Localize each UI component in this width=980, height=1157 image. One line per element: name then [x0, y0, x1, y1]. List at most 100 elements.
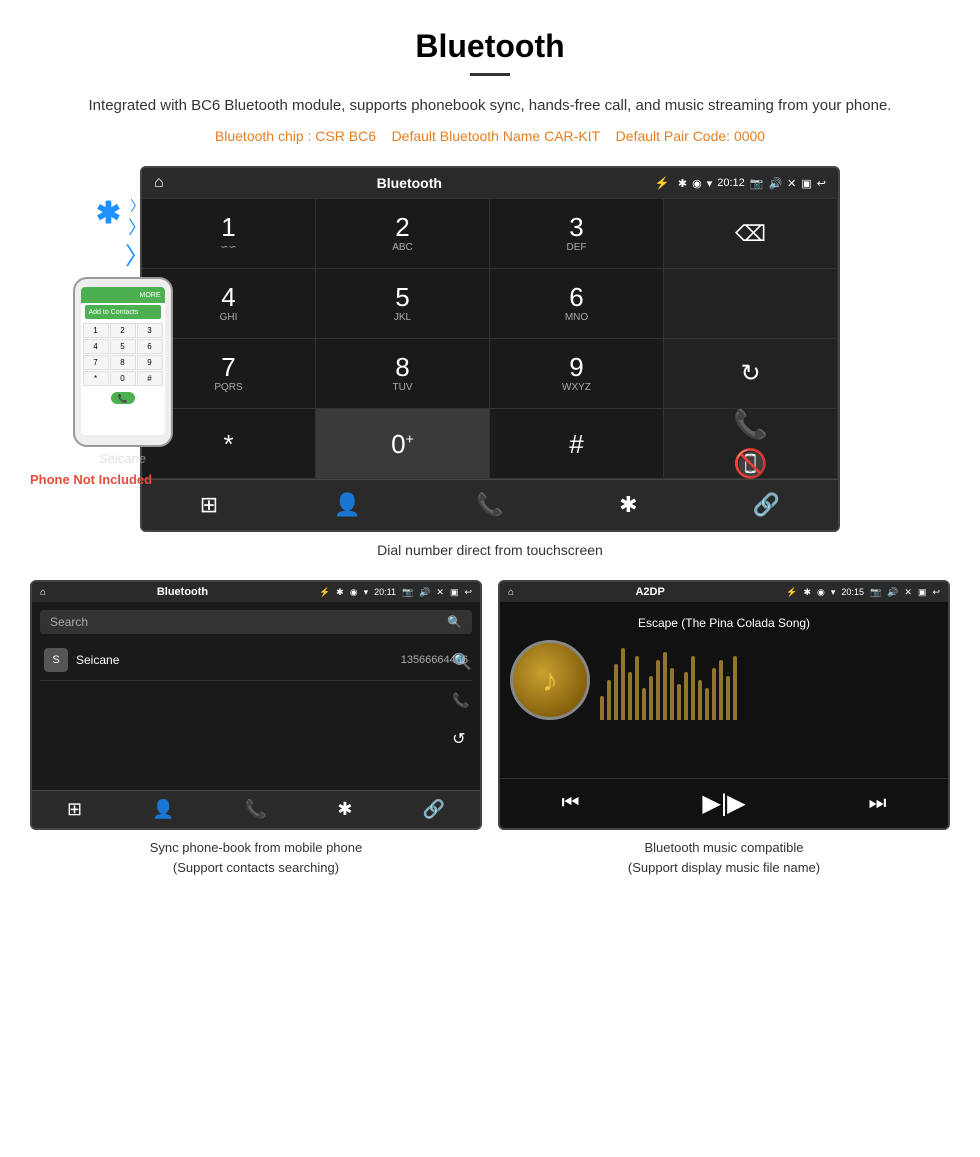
pb-loc-icon: ◉	[350, 587, 358, 598]
search-placeholder: Search	[50, 615, 88, 629]
pb-right-search[interactable]: 🔍	[452, 652, 472, 672]
window-status-icon: ▣	[801, 177, 811, 190]
backspace-button[interactable]: ⌫	[664, 199, 838, 269]
dialpad-icon[interactable]: ⊞	[200, 492, 218, 518]
pb-phone-icon[interactable]: 📞	[245, 799, 267, 820]
music-vol-icon: 🔊	[887, 587, 898, 598]
phone-side: ✱ 〉 〉 〉 MORE Add to Contacts 1 2	[30, 196, 215, 487]
music-time: 20:15	[841, 587, 864, 597]
dial-screen: ⌂ Bluetooth ⚡ ✱ ◉ ▾ 20:12 📷 🔊 ✕ ▣ ↩ 1 ∽∽	[140, 166, 840, 532]
camera-status-icon: 📷	[750, 177, 764, 190]
phonebook-block: ⌂ Bluetooth ⚡ ✱ ◉ ▾ 20:11 📷 🔊 ✕ ▣ ↩ Sear…	[30, 580, 482, 877]
eq-bar-4	[628, 672, 632, 720]
song-title: Escape (The Pina Colada Song)	[638, 616, 810, 630]
dial-bottom-bar: ⊞ 👤 📞 ✱ 🔗	[142, 479, 838, 530]
pb-wifi-icon: ▾	[364, 587, 369, 598]
album-art: ♪	[510, 640, 590, 720]
phone-not-included-label: Phone Not Included	[30, 472, 215, 487]
wifi-status-icon: ▾	[707, 177, 713, 190]
vol-status-icon: 🔊	[768, 177, 782, 190]
empty-cell-1	[664, 269, 838, 339]
eq-bar-5	[635, 656, 639, 720]
key-0[interactable]: 0+	[316, 409, 490, 479]
key-9[interactable]: 9 WXYZ	[490, 339, 664, 409]
status-icons: ✱ ◉ ▾ 20:12 📷 🔊 ✕ ▣ ↩	[678, 177, 826, 190]
pb-search-icon[interactable]: 🔍	[447, 615, 462, 629]
pb-usb-icon: ⚡	[319, 587, 330, 598]
search-bar[interactable]: Search 🔍	[40, 610, 472, 634]
eq-bar-15	[705, 688, 709, 720]
pb-statusbar: ⌂ Bluetooth ⚡ ✱ ◉ ▾ 20:11 📷 🔊 ✕ ▣ ↩	[32, 582, 480, 602]
key-2[interactable]: 2 ABC	[316, 199, 490, 269]
key-8[interactable]: 8 TUV	[316, 339, 490, 409]
music-note-icon: ♪	[542, 662, 558, 699]
eq-bar-6	[642, 688, 646, 720]
dial-caption: Dial number direct from touchscreen	[0, 542, 980, 558]
page-title: Bluetooth	[0, 28, 980, 65]
title-divider	[470, 73, 510, 76]
pb-x-icon: ✕	[436, 587, 444, 598]
key-hash[interactable]: #	[490, 409, 664, 479]
music-block: ⌂ A2DP ⚡ ✱ ◉ ▾ 20:15 📷 🔊 ✕ ▣ ↩ Escape (T…	[498, 580, 950, 877]
pb-right-sync[interactable]: ↺	[452, 729, 472, 749]
eq-bar-2	[614, 664, 618, 720]
contact-row[interactable]: S Seicane 13566664466	[40, 640, 472, 681]
phonebook-caption: Sync phone-book from mobile phone (Suppo…	[30, 838, 482, 877]
contacts-icon[interactable]: 👤	[334, 492, 361, 518]
key-6[interactable]: 6 MNO	[490, 269, 664, 339]
page-description: Integrated with BC6 Bluetooth module, su…	[80, 94, 900, 118]
call-red-button[interactable]: 📵	[733, 447, 768, 480]
play-pause-button[interactable]: ▶|▶	[702, 789, 745, 818]
eq-bar-1	[607, 680, 611, 720]
pb-contacts-icon[interactable]: 👤	[152, 799, 174, 820]
pb-title: Bluetooth	[52, 586, 313, 598]
spec-name: Default Bluetooth Name CAR-KIT	[392, 128, 601, 144]
eq-bar-18	[726, 676, 730, 720]
pb-link-icon[interactable]: 🔗	[423, 799, 445, 820]
main-screen-area: ✱ 〉 〉 〉 MORE Add to Contacts 1 2	[0, 166, 980, 532]
pb-right-call[interactable]: 📞	[452, 692, 472, 709]
loc-status-icon: ◉	[692, 177, 702, 190]
music-loc-icon: ◉	[817, 587, 825, 598]
pb-home-icon[interactable]: ⌂	[40, 587, 46, 598]
eq-bar-14	[698, 680, 702, 720]
x-status-icon: ✕	[787, 177, 796, 190]
reload-button[interactable]: ↻	[664, 339, 838, 409]
bt-icon-large: ✱	[96, 196, 121, 231]
eq-bar-8	[656, 660, 660, 720]
music-back-icon: ↩	[932, 587, 940, 598]
music-screen: ⌂ A2DP ⚡ ✱ ◉ ▾ 20:15 📷 🔊 ✕ ▣ ↩ Escape (T…	[498, 580, 950, 830]
spec-code: Default Pair Code: 0000	[616, 128, 765, 144]
music-win-icon: ▣	[918, 587, 927, 598]
eq-bar-13	[691, 656, 695, 720]
pb-bt-bottom-icon[interactable]: ✱	[337, 799, 352, 820]
prev-button[interactable]: ⏮	[561, 792, 579, 815]
eq-bar-3	[621, 648, 625, 720]
key-3[interactable]: 3 DEF	[490, 199, 664, 269]
music-content: Escape (The Pina Colada Song) ♪	[500, 602, 948, 720]
bt-status-icon: ✱	[678, 177, 687, 190]
home-icon[interactable]: ⌂	[154, 174, 164, 192]
dialpad-grid: 1 ∽∽ 2 ABC 3 DEF ⌫ 4 GHI 5 JKL	[142, 198, 838, 479]
music-statusbar: ⌂ A2DP ⚡ ✱ ◉ ▾ 20:15 📷 🔊 ✕ ▣ ↩	[500, 582, 948, 602]
spec-chip: Bluetooth chip : CSR BC6	[215, 128, 376, 144]
eq-bar-7	[649, 676, 653, 720]
music-home-icon[interactable]: ⌂	[508, 587, 514, 598]
bluetooth-icon[interactable]: ✱	[619, 492, 637, 518]
pb-dialpad-icon[interactable]: ⊞	[67, 799, 82, 820]
pb-right-icons: 🔍 📞 ↺	[452, 652, 472, 749]
back-status-icon: ↩	[817, 177, 826, 190]
music-title-bar: A2DP	[520, 586, 780, 598]
link-icon[interactable]: 🔗	[753, 492, 780, 518]
music-caption: Bluetooth music compatible (Support disp…	[498, 838, 950, 877]
phone-icon[interactable]: 📞	[476, 492, 503, 518]
bt-signal: ✱ 〉 〉 〉	[30, 196, 215, 271]
next-button[interactable]: ⏭	[869, 792, 887, 815]
call-green-button[interactable]: 📞	[733, 408, 768, 441]
pb-time: 20:11	[374, 587, 396, 597]
pb-win-icon: ▣	[450, 587, 459, 598]
contact-name: Seicane	[76, 653, 401, 667]
key-5[interactable]: 5 JKL	[316, 269, 490, 339]
eq-bar-19	[733, 656, 737, 720]
seicane-watermark: Seicane	[30, 451, 215, 466]
